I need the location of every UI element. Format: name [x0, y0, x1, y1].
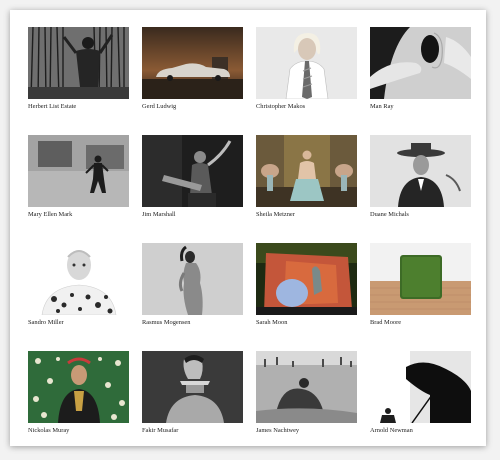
- gallery-item: Man Ray: [370, 27, 471, 135]
- photographer-name[interactable]: Brad Moore: [370, 319, 471, 327]
- gallery-item: Jim Marshall: [142, 135, 243, 243]
- photographer-name[interactable]: Sandro Miller: [28, 319, 129, 327]
- photographer-name[interactable]: Herbert List Estate: [28, 103, 129, 111]
- photo-thumbnail[interactable]: [370, 135, 471, 207]
- photo-thumbnail[interactable]: [142, 351, 243, 423]
- photo-thumbnail[interactable]: [28, 243, 129, 315]
- photographer-name[interactable]: Christopher Makos: [256, 103, 357, 111]
- gallery-item: Nickolas Muray: [28, 351, 129, 459]
- photographer-name[interactable]: Rasmus Mogensen: [142, 319, 243, 327]
- photo-thumbnail[interactable]: [28, 135, 129, 207]
- photo-thumbnail[interactable]: [370, 351, 471, 423]
- photographer-name[interactable]: Man Ray: [370, 103, 471, 111]
- photo-thumbnail[interactable]: [370, 27, 471, 99]
- photographer-name[interactable]: James Nachtwey: [256, 427, 357, 435]
- gallery-item: Duane Michals: [370, 135, 471, 243]
- photographer-name[interactable]: Sheila Metzner: [256, 211, 357, 219]
- photographer-name[interactable]: Duane Michals: [370, 211, 471, 219]
- gallery-item: Christopher Makos: [256, 27, 357, 135]
- photo-thumbnail[interactable]: [142, 135, 243, 207]
- photo-thumbnail[interactable]: [28, 27, 129, 99]
- gallery-item: James Nachtwey: [256, 351, 357, 459]
- photographer-name[interactable]: Gerd Ludwig: [142, 103, 243, 111]
- photo-thumbnail[interactable]: [370, 243, 471, 315]
- photo-thumbnail[interactable]: [28, 351, 129, 423]
- photo-thumbnail[interactable]: [256, 243, 357, 315]
- gallery-item: Mary Ellen Mark: [28, 135, 129, 243]
- gallery-item: Sandro Miller: [28, 243, 129, 351]
- gallery-item: Sarah Moon: [256, 243, 357, 351]
- photographer-name[interactable]: Jim Marshall: [142, 211, 243, 219]
- gallery-frame: Herbert List Estate Gerd Ludwig Christop…: [10, 10, 486, 446]
- gallery-item: Fakir Musafar: [142, 351, 243, 459]
- photographer-name[interactable]: Nickolas Muray: [28, 427, 129, 435]
- gallery-item: Herbert List Estate: [28, 27, 129, 135]
- photographer-name[interactable]: Arnold Newman: [370, 427, 471, 435]
- gallery-item: Gerd Ludwig: [142, 27, 243, 135]
- photographer-name[interactable]: Mary Ellen Mark: [28, 211, 129, 219]
- photo-thumbnail[interactable]: [256, 135, 357, 207]
- gallery-item: Sheila Metzner: [256, 135, 357, 243]
- gallery-item: Arnold Newman: [370, 351, 471, 459]
- photo-thumbnail[interactable]: [142, 27, 243, 99]
- gallery-item: Brad Moore: [370, 243, 471, 351]
- photographer-grid: Herbert List Estate Gerd Ludwig Christop…: [28, 27, 471, 459]
- photographer-name[interactable]: Fakir Musafar: [142, 427, 243, 435]
- photographer-name[interactable]: Sarah Moon: [256, 319, 357, 327]
- photo-thumbnail[interactable]: [142, 243, 243, 315]
- gallery-item: Rasmus Mogensen: [142, 243, 243, 351]
- photo-thumbnail[interactable]: [256, 27, 357, 99]
- photo-thumbnail[interactable]: [256, 351, 357, 423]
